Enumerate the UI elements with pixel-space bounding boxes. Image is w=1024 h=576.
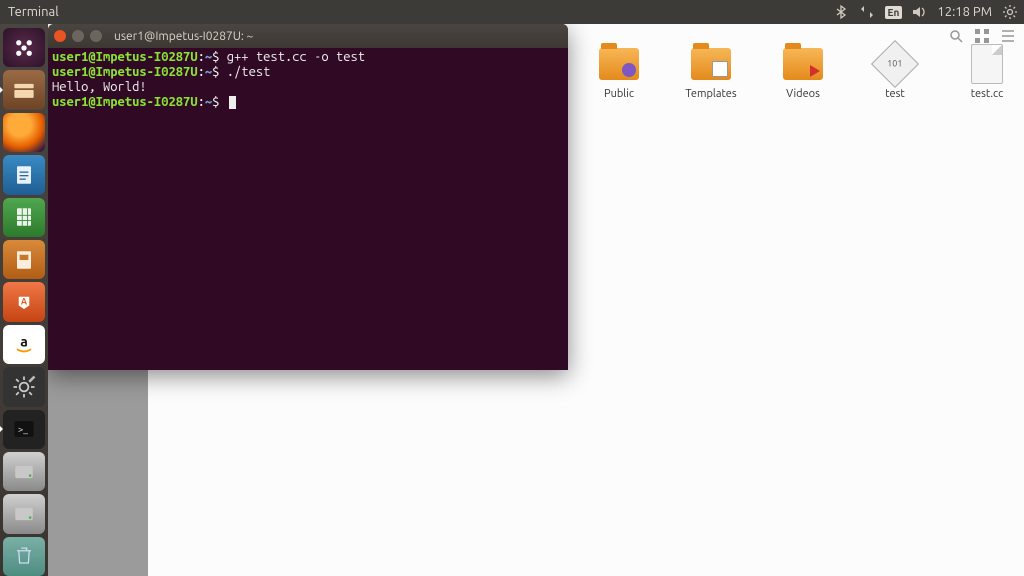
desktop-icons: Public Templates Videos 101 test test.cc xyxy=(588,44,1018,100)
window-minimize-button[interactable] xyxy=(72,30,84,42)
terminal-body[interactable]: user1@Impetus-I0287U:~$ g++ test.cc -o t… xyxy=(48,48,568,370)
terminal-cursor xyxy=(229,96,236,109)
window-maximize-button[interactable] xyxy=(90,30,102,42)
launcher-files[interactable] xyxy=(3,70,45,109)
unity-launcher: A a >_ xyxy=(0,24,48,576)
terminal-window[interactable]: user1@Impetus-I0287U: ~ user1@Impetus-I0… xyxy=(48,24,568,370)
launcher-calc[interactable] xyxy=(3,198,45,237)
desktop-icon-label: Public xyxy=(604,88,634,100)
launcher-settings[interactable] xyxy=(3,367,45,406)
terminal-title: user1@Impetus-I0287U: ~ xyxy=(114,30,253,43)
launcher-trash[interactable] xyxy=(3,537,45,576)
desktop-icon-test-exec[interactable]: 101 test xyxy=(864,44,926,100)
output-text: Hello, World! xyxy=(52,80,147,94)
network-icon[interactable] xyxy=(859,4,875,20)
launcher-disk-1[interactable] xyxy=(3,452,45,491)
folder-icon xyxy=(689,44,733,84)
launcher-writer[interactable] xyxy=(3,155,45,194)
folder-icon xyxy=(597,44,641,84)
clock[interactable]: 12:18 PM xyxy=(937,5,992,19)
desktop-icon-videos[interactable]: Videos xyxy=(772,44,834,100)
search-icon[interactable] xyxy=(948,28,964,44)
window-close-button[interactable] xyxy=(54,30,66,42)
indicator-area: En 12:18 PM xyxy=(833,4,1024,20)
launcher-software[interactable]: A xyxy=(3,282,45,321)
launcher-impress[interactable] xyxy=(3,240,45,279)
grid-view-icon[interactable] xyxy=(974,28,990,44)
keyboard-lang-indicator[interactable]: En xyxy=(885,4,901,20)
desktop-icon-templates[interactable]: Templates xyxy=(680,44,742,100)
desktop-icon-label: test xyxy=(885,88,904,100)
app-title: Terminal xyxy=(8,5,59,19)
prompt-user: user1@Impetus-I0287U xyxy=(52,50,198,64)
launcher-disk-2[interactable] xyxy=(3,494,45,533)
terminal-titlebar[interactable]: user1@Impetus-I0287U: ~ xyxy=(48,24,568,48)
svg-text:>_: >_ xyxy=(18,424,28,435)
launcher-firefox[interactable] xyxy=(3,113,45,152)
cmd-text: ./test xyxy=(227,65,271,79)
desktop-icon-public[interactable]: Public xyxy=(588,44,650,100)
list-view-icon[interactable] xyxy=(1000,28,1016,44)
folder-icon xyxy=(781,44,825,84)
launcher-amazon[interactable]: a xyxy=(3,325,45,364)
fm-view-controls xyxy=(948,28,1016,44)
desktop-icon-test-cc[interactable]: test.cc xyxy=(956,44,1018,100)
svg-text:a: a xyxy=(20,334,28,350)
svg-text:A: A xyxy=(21,297,28,307)
desktop-shadow xyxy=(48,370,148,576)
bluetooth-icon[interactable] xyxy=(833,4,849,20)
document-icon xyxy=(965,44,1009,84)
desktop-icon-label: Templates xyxy=(685,88,736,100)
top-menubar: Terminal En 12:18 PM xyxy=(0,0,1024,24)
launcher-terminal[interactable]: >_ xyxy=(3,410,45,449)
cmd-text: g++ test.cc -o test xyxy=(227,50,365,64)
launcher-dash[interactable] xyxy=(3,28,45,67)
session-gear-icon[interactable] xyxy=(1002,4,1018,20)
sound-icon[interactable] xyxy=(911,4,927,20)
prompt-user: user1@Impetus-I0287U xyxy=(52,65,198,79)
prompt-user: user1@Impetus-I0287U xyxy=(52,95,198,109)
desktop-icon-label: test.cc xyxy=(971,88,1003,100)
executable-icon: 101 xyxy=(873,44,917,84)
lang-label: En xyxy=(885,6,903,19)
desktop-icon-label: Videos xyxy=(786,88,820,100)
